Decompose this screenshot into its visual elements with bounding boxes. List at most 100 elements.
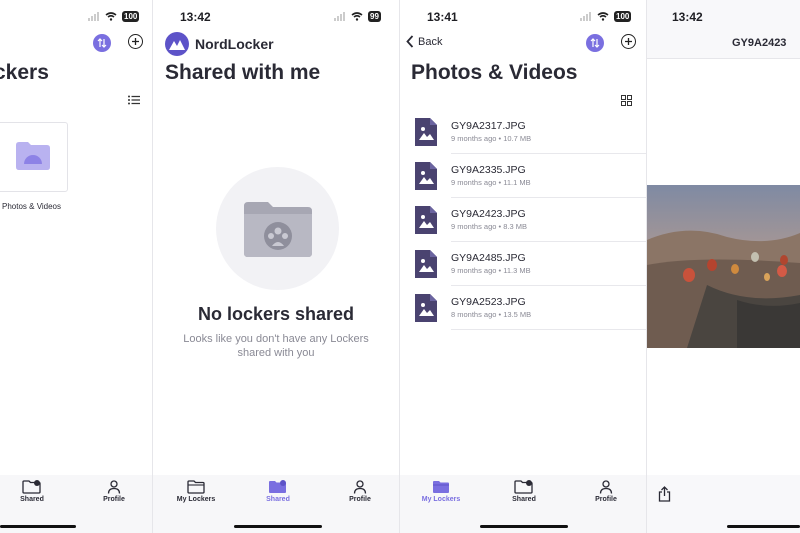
locker-card[interactable]: [0, 122, 68, 192]
brand-header: NordLocker: [165, 32, 274, 56]
back-button-label: Back: [418, 35, 443, 48]
profile-icon: [353, 480, 367, 494]
shared-folder-icon: [22, 480, 41, 494]
home-indicator: [480, 525, 568, 528]
tab-bar: My Lockers Shared Profile: [400, 475, 646, 533]
tab-my-lockers-label: My Lockers: [176, 496, 216, 503]
photo-viewer-screen: 13:42 GY9A2423: [647, 0, 800, 533]
viewer-toolbar: [647, 475, 800, 533]
status-time: 13:41: [427, 10, 458, 24]
home-indicator: [0, 525, 76, 528]
status-bar: 100: [88, 11, 140, 22]
folder-icon: [433, 481, 449, 493]
list-view-icon[interactable]: [128, 95, 141, 105]
wifi-icon: [105, 12, 117, 21]
page-title: Shared with me: [165, 61, 321, 84]
status-bar: 99: [334, 11, 381, 22]
viewer-header: 13:42 GY9A2423: [647, 0, 800, 59]
status-time: 13:42: [180, 10, 211, 24]
tab-profile[interactable]: Profile: [571, 480, 641, 503]
tab-bar: My Lockers Shared Profile: [153, 475, 399, 533]
tab-my-lockers[interactable]: My Lockers: [161, 480, 231, 503]
signal-icon: [334, 12, 345, 21]
sort-button[interactable]: [586, 34, 604, 52]
profile-icon: [107, 480, 121, 494]
tab-bar: Shared Profile: [0, 475, 152, 533]
file-row[interactable]: GY9A2423.JPG 9 months ago • 8.3 MB: [415, 198, 646, 242]
tab-profile-label: Profile: [349, 496, 371, 503]
status-time: 13:42: [672, 10, 703, 24]
empty-state-description-line2: shared with you: [237, 347, 315, 359]
battery-indicator: 100: [614, 11, 632, 22]
tab-my-lockers[interactable]: My Lockers: [406, 480, 476, 503]
photo-preview[interactable]: [647, 185, 800, 348]
profile-icon: [599, 480, 613, 494]
empty-state-title: No lockers shared: [197, 304, 355, 324]
image-file-icon: [415, 206, 437, 234]
tab-shared-label: Shared: [512, 496, 536, 503]
empty-state-illustration: [216, 167, 339, 290]
file-meta: 8 months ago • 13.5 MB: [451, 310, 532, 319]
image-file-icon: [415, 118, 437, 146]
shared-with-me-screen: 13:42 99 NordLocker Shared with me No lo…: [153, 0, 399, 533]
folder-icon: [187, 480, 205, 494]
sort-arrows-icon: [590, 38, 600, 48]
tab-shared-label: Shared: [20, 496, 44, 503]
grid-view-icon[interactable]: [621, 95, 632, 106]
file-row[interactable]: GY9A2523.JPG 8 months ago • 13.5 MB: [415, 286, 646, 330]
add-button[interactable]: [128, 34, 143, 49]
tab-my-lockers-label: My Lockers: [421, 496, 461, 503]
chevron-left-icon: [406, 35, 414, 48]
file-meta: 9 months ago • 8.3 MB: [451, 222, 527, 231]
viewer-title: GY9A2423: [732, 37, 787, 49]
page-title: Photos & Videos: [411, 61, 578, 84]
locker-card-label: Photos & Videos: [2, 202, 62, 211]
tab-shared[interactable]: Shared: [489, 480, 559, 503]
sort-button[interactable]: [93, 34, 111, 52]
back-button[interactable]: Back: [406, 35, 442, 48]
row-divider: [451, 329, 646, 330]
tab-shared[interactable]: Shared: [0, 480, 67, 503]
file-row[interactable]: GY9A2485.JPG 9 months ago • 11.3 MB: [415, 242, 646, 286]
image-file-icon: [415, 294, 437, 322]
signal-icon: [580, 12, 591, 21]
file-name: GY9A2317.JPG: [451, 120, 526, 132]
image-file-icon: [415, 162, 437, 190]
my-lockers-screen: 100 ckers Photos & Videos Shared Profile: [0, 0, 152, 533]
file-row[interactable]: GY9A2317.JPG 9 months ago • 10.7 MB: [415, 110, 646, 154]
tab-profile[interactable]: Profile: [79, 480, 149, 503]
status-bar: 100: [580, 11, 632, 22]
tab-profile[interactable]: Profile: [325, 480, 395, 503]
file-name: GY9A2523.JPG: [451, 296, 526, 308]
home-indicator: [727, 525, 800, 528]
sort-arrows-icon: [97, 38, 107, 48]
add-button[interactable]: [621, 34, 636, 49]
wifi-icon: [351, 12, 363, 21]
tab-shared-label: Shared: [266, 496, 290, 503]
nordlocker-logo-icon: [165, 32, 189, 56]
photos-videos-screen: 13:41 100 Back Photos & Videos GY9A2317.…: [400, 0, 646, 533]
plus-icon: [625, 38, 632, 45]
plus-icon: [132, 38, 139, 45]
tab-profile-label: Profile: [595, 496, 617, 503]
wifi-icon: [597, 12, 609, 21]
file-meta: 9 months ago • 11.1 MB: [451, 178, 531, 187]
tab-shared[interactable]: Shared: [243, 480, 313, 503]
locker-folder-icon: [16, 142, 50, 170]
shared-folder-empty-icon: [244, 202, 312, 257]
file-row[interactable]: GY9A2335.JPG 9 months ago • 11.1 MB: [415, 154, 646, 198]
home-indicator: [234, 525, 322, 528]
image-file-icon: [415, 250, 437, 278]
battery-indicator: 99: [368, 11, 381, 22]
battery-indicator: 100: [122, 11, 140, 22]
shared-folder-icon: [514, 480, 533, 494]
page-title: ckers: [0, 61, 49, 84]
empty-state-description-line1: Looks like you don't have any Lockers: [183, 333, 369, 345]
signal-icon: [88, 12, 99, 21]
tab-profile-label: Profile: [103, 496, 125, 503]
file-meta: 9 months ago • 10.7 MB: [451, 134, 532, 143]
share-icon[interactable]: [658, 486, 671, 502]
balloon-photo-image: [647, 185, 800, 348]
file-name: GY9A2423.JPG: [451, 208, 526, 220]
file-name: GY9A2485.JPG: [451, 252, 526, 264]
